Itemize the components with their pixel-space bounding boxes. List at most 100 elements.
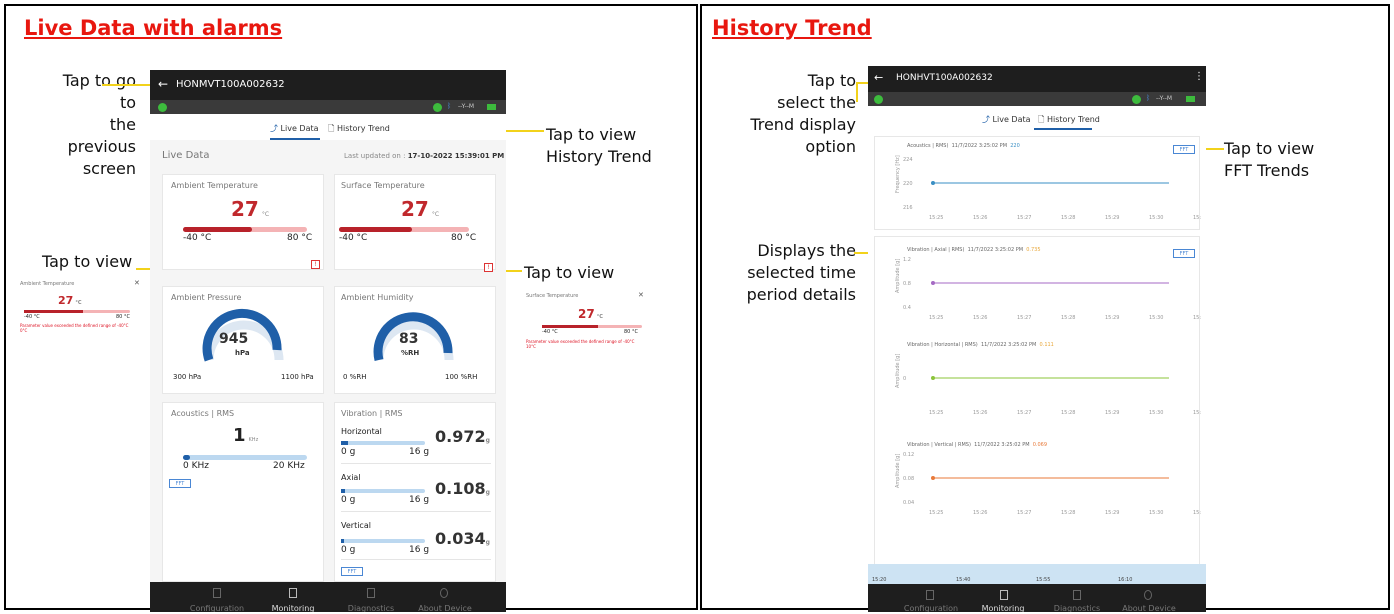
range-fill [183, 455, 191, 460]
fft-button[interactable]: FFT [169, 479, 191, 488]
battery-icon [487, 104, 496, 110]
vertical-trend-chart: Amplitude [g] 0.12 0.08 0.04 15:25 15:26 15:27… [895, 452, 1201, 516]
document-icon: 🗋 [328, 124, 335, 133]
x-tick-label: 15:25 [929, 410, 943, 416]
data-point [931, 376, 935, 380]
x-tick-label: 15:27 [1017, 215, 1031, 221]
nav-about-device[interactable]: About Device [1114, 604, 1184, 612]
bottom-nav: Configuration Monitoring Diagnostics Abo… [868, 584, 1206, 612]
x-tick-label: 15:25 [929, 315, 943, 321]
trend-icon: ⤴ [982, 115, 990, 124]
device-screen: ← HONMVT100A002632 ᛒ --Y--M ⤴ Live Data … [150, 70, 506, 612]
y-tick-label: 1.2 [903, 257, 911, 263]
tab-history-underline [1034, 128, 1092, 130]
range-bar [341, 441, 425, 445]
range-bar [183, 455, 307, 460]
callout-line [856, 82, 858, 102]
x-tick-label: 15:3 [1193, 510, 1201, 516]
nav-monitoring[interactable]: Monitoring [968, 604, 1038, 612]
back-arrow-icon[interactable]: ← [874, 71, 883, 84]
x-tick-label: 15:30 [1149, 410, 1163, 416]
nav-about-device[interactable]: About Device [410, 604, 480, 612]
y-tick-label: 0.08 [903, 476, 914, 482]
nav-configuration[interactable]: Configuration [896, 604, 966, 612]
connection-dot [874, 95, 883, 104]
timeline-scrubber[interactable]: 15:20 15:40 15:55 16:10 [868, 564, 1206, 584]
divider [341, 463, 491, 464]
callout-history: Tap to view History Trend [546, 125, 652, 166]
horizontal-value: 0.972g [435, 427, 490, 446]
surface-temperature-card[interactable]: Surface Temperature 27 °C -40 °C 80 °C [334, 174, 496, 270]
range-fill [183, 227, 253, 232]
ambient-temperature-card[interactable]: Ambient Temperature 27 °C -40 °C 80 °C [162, 174, 324, 270]
y-axis-label: Amplitude [g] [895, 259, 901, 293]
alarm-icon[interactable]: ! [311, 260, 320, 269]
diagnostics-icon [1073, 590, 1081, 600]
y-tick-label: 0.12 [903, 452, 914, 458]
status-bar: ᛒ --Y--M [150, 100, 506, 114]
close-icon[interactable]: ✕ [638, 291, 644, 299]
x-tick-label: 15:26 [973, 510, 987, 516]
axial-trend-chart: Amplitude [g] 1.2 0.8 0.4 15:25 15:26 15:27 15:… [895, 257, 1201, 321]
vertical-value: 0.034g [435, 529, 490, 548]
page-title: Live Data [162, 150, 210, 161]
y-tick-label: 220 [903, 181, 913, 187]
app-header: ← HONMVT100A002632 [150, 70, 506, 100]
axial-value: 0.108g [435, 479, 490, 498]
x-tick-label: 15:3 [1193, 410, 1201, 416]
fft-button[interactable]: FFT [341, 567, 363, 576]
axial-trend-card: Vibration | Axial | RMS) 11/7/2022 3:25:… [874, 236, 1201, 566]
popup-value: 27 °C [578, 307, 603, 321]
horizontal-trend-chart: Amplitude [g] 0 15:25 15:26 15:27 15:28 15:29 1… [895, 354, 1201, 416]
x-tick-label: 15:28 [1061, 510, 1075, 516]
x-tick-label: 15:30 [1149, 315, 1163, 321]
tab-live-data[interactable]: ⤴ Live Data [270, 123, 319, 134]
y-axis-label: Amplitude [g] [895, 354, 901, 388]
nav-diagnostics[interactable]: Diagnostics [336, 604, 406, 612]
tab-history-trend[interactable]: 🗋 History Trend [328, 123, 390, 137]
tab-bar: ⤴ Live Data 🗋 History Trend [150, 114, 506, 140]
ambient-temperature-popup: Ambient Temperature ✕ 27 °C -40 °C 80 °C … [6, 278, 142, 338]
battery-icon [1186, 96, 1195, 102]
x-tick-label: 15:26 [973, 315, 987, 321]
x-tick-label: 15:25 [929, 510, 943, 516]
range-bar [341, 489, 425, 493]
nav-configuration[interactable]: Configuration [182, 604, 252, 612]
range-fill [339, 227, 412, 232]
tab-live-underline [270, 138, 320, 140]
acoustics-value: 1 KHz [233, 425, 259, 446]
callout-back: Tap to go to the previous screen [62, 71, 136, 178]
alarm-icon[interactable]: ! [484, 263, 493, 272]
close-icon[interactable]: ✕ [134, 279, 140, 287]
range-fill [24, 310, 84, 313]
range-bar [24, 310, 130, 313]
nav-monitoring[interactable]: Monitoring [258, 604, 328, 612]
y-tick-label: 0 [903, 376, 906, 382]
x-tick-label: 15:25 [929, 215, 943, 221]
tab-history-trend[interactable]: 🗋 History Trend [1038, 114, 1100, 128]
x-tick-label: 15:29 [1105, 215, 1119, 221]
x-tick-label: 15:26 [973, 410, 987, 416]
tab-live-data[interactable]: ⤴ Live Data [982, 114, 1031, 125]
ambient-humidity-card: Ambient Humidity 83 %RH 0 %RH 100 %RH [334, 286, 496, 394]
x-tick-label: 15:30 [1149, 510, 1163, 516]
surface-temp-value: 27 °C [401, 197, 440, 221]
data-point [931, 476, 935, 480]
callout-view-left: Tap to view [42, 252, 133, 271]
bottom-nav: Configuration Monitoring Diagnostics Abo… [150, 582, 506, 612]
x-tick-label: 15:3 [1193, 315, 1201, 321]
left-panel: Live Data with alarms Tap to go to the p… [4, 4, 698, 612]
nav-diagnostics[interactable]: Diagnostics [1042, 604, 1112, 612]
status-dot [1132, 95, 1141, 104]
device-name: HONMVT100A002632 [176, 79, 285, 90]
status-dot [433, 103, 442, 112]
callout-period: Displays the selected time period detail… [746, 241, 856, 304]
more-menu-icon[interactable]: ⋮ [1194, 71, 1204, 82]
x-tick-label: 15:3 [1193, 215, 1201, 221]
x-tick-label: 15:29 [1105, 410, 1119, 416]
x-tick-label: 15:28 [1061, 315, 1075, 321]
info-icon [440, 588, 448, 598]
x-tick-label: 15:30 [1149, 215, 1163, 221]
back-arrow-icon[interactable]: ← [158, 77, 168, 91]
connection-dot [158, 103, 167, 112]
